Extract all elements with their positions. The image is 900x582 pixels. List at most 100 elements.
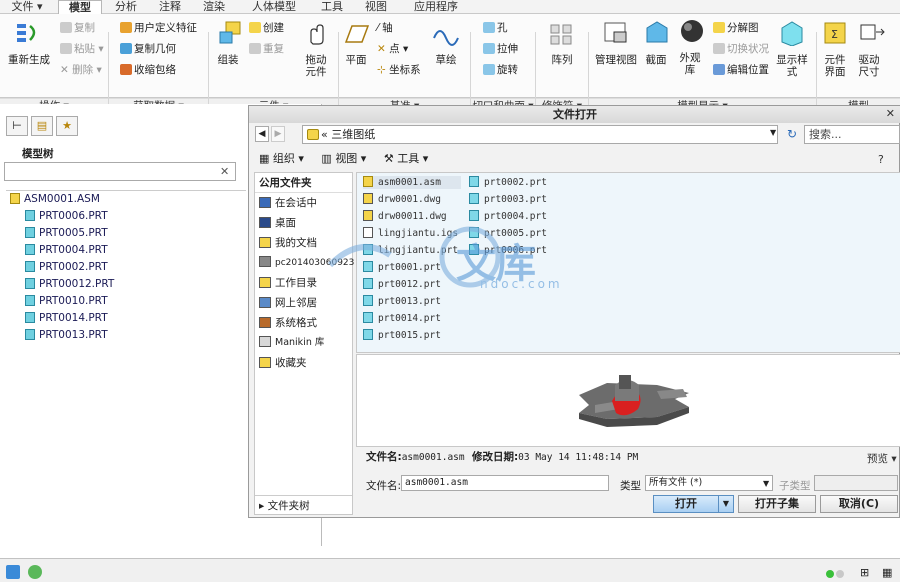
views-button[interactable]: ▥ 视图 ▾ (321, 152, 366, 165)
open-dropdown-icon[interactable]: ▼ (718, 495, 734, 513)
sketch-label[interactable]: 草绘 (428, 54, 464, 66)
menu-applications[interactable]: 应用程序 (404, 0, 468, 14)
assemble-label[interactable]: 组装 (210, 54, 246, 66)
tools-button[interactable]: ⚒ 工具 ▾ (384, 152, 428, 165)
folder-tree-toggle[interactable]: ▸ 文件夹树 (259, 499, 310, 513)
tree-item[interactable]: PRT0006.PRT (25, 209, 108, 223)
copy-button[interactable]: 复制 (60, 22, 95, 35)
clear-search-icon[interactable]: ✕ (220, 165, 229, 178)
component-interface-label[interactable]: 元件 界面 (818, 54, 852, 78)
file-item[interactable]: prt0006.prt (469, 244, 547, 257)
toggle-status-button[interactable]: 切换状况 (713, 43, 769, 56)
manage-views-icon[interactable] (602, 20, 630, 46)
back-arrow-icon[interactable]: ◀ (255, 126, 269, 142)
shrinkwrap-button[interactable]: 收缩包络 (120, 64, 176, 77)
type-dropdown-icon[interactable]: ▼ (763, 479, 769, 488)
search-input[interactable]: 搜索... (804, 125, 900, 144)
side-item-computer[interactable]: pc201403060923 (259, 256, 354, 270)
side-item-favorites[interactable]: 收藏夹 (259, 356, 307, 370)
selection-filter-icon[interactable]: ⊞ (860, 566, 869, 579)
file-item[interactable]: lingjiantu.prt (363, 244, 458, 257)
file-item[interactable]: drw00011.dwg (363, 210, 447, 223)
revolve-button[interactable]: 旋转 (483, 64, 518, 77)
display-style-icon[interactable] (778, 20, 806, 47)
file-item[interactable]: prt0012.prt (363, 278, 441, 291)
csys-button[interactable]: ⊹ 坐标系 (377, 64, 421, 77)
type-select[interactable]: 所有文件 (*) (645, 475, 773, 491)
extrude-button[interactable]: 拉伸 (483, 43, 518, 56)
point-button[interactable]: ✕ 点 ▾ (377, 43, 408, 56)
tree-item[interactable]: PRT00012.PRT (25, 277, 114, 291)
menu-file[interactable]: 文件 ▾ (4, 0, 50, 14)
preview-toggle[interactable]: 预览 ▾ (867, 451, 897, 466)
edit-position-button[interactable]: 编辑位置 (713, 64, 769, 77)
sketch-icon[interactable] (432, 22, 460, 48)
section-label[interactable]: 截面 (638, 54, 674, 66)
tab-favorites[interactable]: ★ (56, 116, 78, 136)
menu-render[interactable]: 渲染 (196, 0, 232, 14)
menu-analysis[interactable]: 分析 (108, 0, 144, 14)
filename-input[interactable]: asm0001.asm (401, 475, 609, 491)
manage-views-label[interactable]: 管理视图 (592, 54, 640, 66)
plane-icon[interactable] (342, 22, 370, 48)
side-item-in-session[interactable]: 在会话中 (259, 196, 317, 210)
file-item[interactable]: prt0013.prt (363, 295, 441, 308)
plane-label[interactable]: 平面 (338, 54, 374, 66)
tree-item[interactable]: PRT0005.PRT (25, 226, 108, 240)
open-subset-button[interactable]: 打开子集 (738, 495, 816, 513)
appearance-icon[interactable] (678, 18, 706, 44)
copy-geometry-button[interactable]: 复制几何 (120, 43, 176, 56)
file-preview[interactable] (356, 354, 900, 447)
create-button[interactable]: 创建 (249, 22, 284, 35)
dialog-close-icon[interactable]: ✕ (886, 107, 895, 120)
help-icon[interactable]: ? (878, 153, 884, 166)
axis-button[interactable]: ⁄ 轴 (377, 22, 393, 35)
drive-dimension-icon[interactable] (858, 20, 886, 46)
tree-item[interactable]: PRT0013.PRT (25, 328, 108, 342)
explode-view-button[interactable]: 分解图 (713, 22, 759, 35)
subtype-select[interactable] (814, 475, 898, 491)
status-icon[interactable] (6, 565, 20, 579)
cancel-button[interactable]: 取消(C) (820, 495, 898, 513)
file-item[interactable]: prt0014.prt (363, 312, 441, 325)
tab-model-tree[interactable]: ⊢ (6, 116, 28, 136)
pattern-icon[interactable] (548, 22, 576, 48)
drive-dimension-label[interactable]: 驱动 尺寸 (852, 54, 886, 78)
menu-model[interactable]: 模型 (58, 0, 102, 15)
filter-icon[interactable]: ▦ (882, 566, 892, 579)
display-style-label[interactable]: 显示样 式 (770, 54, 814, 78)
file-item[interactable]: prt0015.prt (363, 329, 441, 342)
side-item-desktop[interactable]: 桌面 (259, 216, 296, 230)
tree-item[interactable]: PRT0010.PRT (25, 294, 108, 308)
tree-item-root[interactable]: ASM0001.ASM (10, 192, 100, 206)
path-dropdown-icon[interactable]: ▼ (770, 128, 776, 137)
file-item-selected[interactable]: asm0001.asm (363, 176, 461, 189)
path-bar[interactable]: « 三维图纸 (302, 125, 778, 144)
delete-button[interactable]: ✕ 删除 ▾ (60, 64, 102, 77)
side-item-system-formats[interactable]: 系统格式 (259, 316, 317, 330)
pattern-label[interactable]: 阵列 (542, 54, 582, 66)
regenerate-icon[interactable] (14, 20, 42, 46)
model-tree-search-input[interactable] (4, 162, 236, 181)
section-icon[interactable] (643, 20, 671, 46)
file-item[interactable]: prt0003.prt (469, 193, 547, 206)
open-button[interactable]: 打开 (653, 495, 719, 513)
tree-item[interactable]: PRT0004.PRT (25, 243, 108, 257)
tree-item[interactable]: PRT0014.PRT (25, 311, 108, 325)
hole-button[interactable]: 孔 (483, 22, 508, 35)
side-item-my-documents[interactable]: 我的文档 (259, 236, 317, 250)
repeat-button[interactable]: 重复 (249, 43, 284, 56)
file-item[interactable]: prt0001.prt (363, 261, 441, 274)
drag-component-label[interactable]: 拖动 元件 (298, 54, 334, 78)
file-item[interactable]: prt0004.prt (469, 210, 547, 223)
tab-folder-browser[interactable]: ▤ (31, 116, 53, 136)
assemble-icon[interactable] (216, 20, 244, 46)
globe-icon[interactable] (28, 565, 42, 579)
appearance-label[interactable]: 外观 库 (672, 52, 708, 76)
forward-arrow-icon[interactable]: ▶ (271, 126, 285, 142)
side-item-network[interactable]: 网上邻居 (259, 296, 317, 310)
file-item[interactable]: lingjiantu.igs (363, 227, 458, 240)
udf-button[interactable]: 用户定义特征 (120, 22, 197, 35)
tree-item[interactable]: PRT0002.PRT (25, 260, 108, 274)
side-item-working-dir[interactable]: 工作目录 (259, 276, 317, 290)
